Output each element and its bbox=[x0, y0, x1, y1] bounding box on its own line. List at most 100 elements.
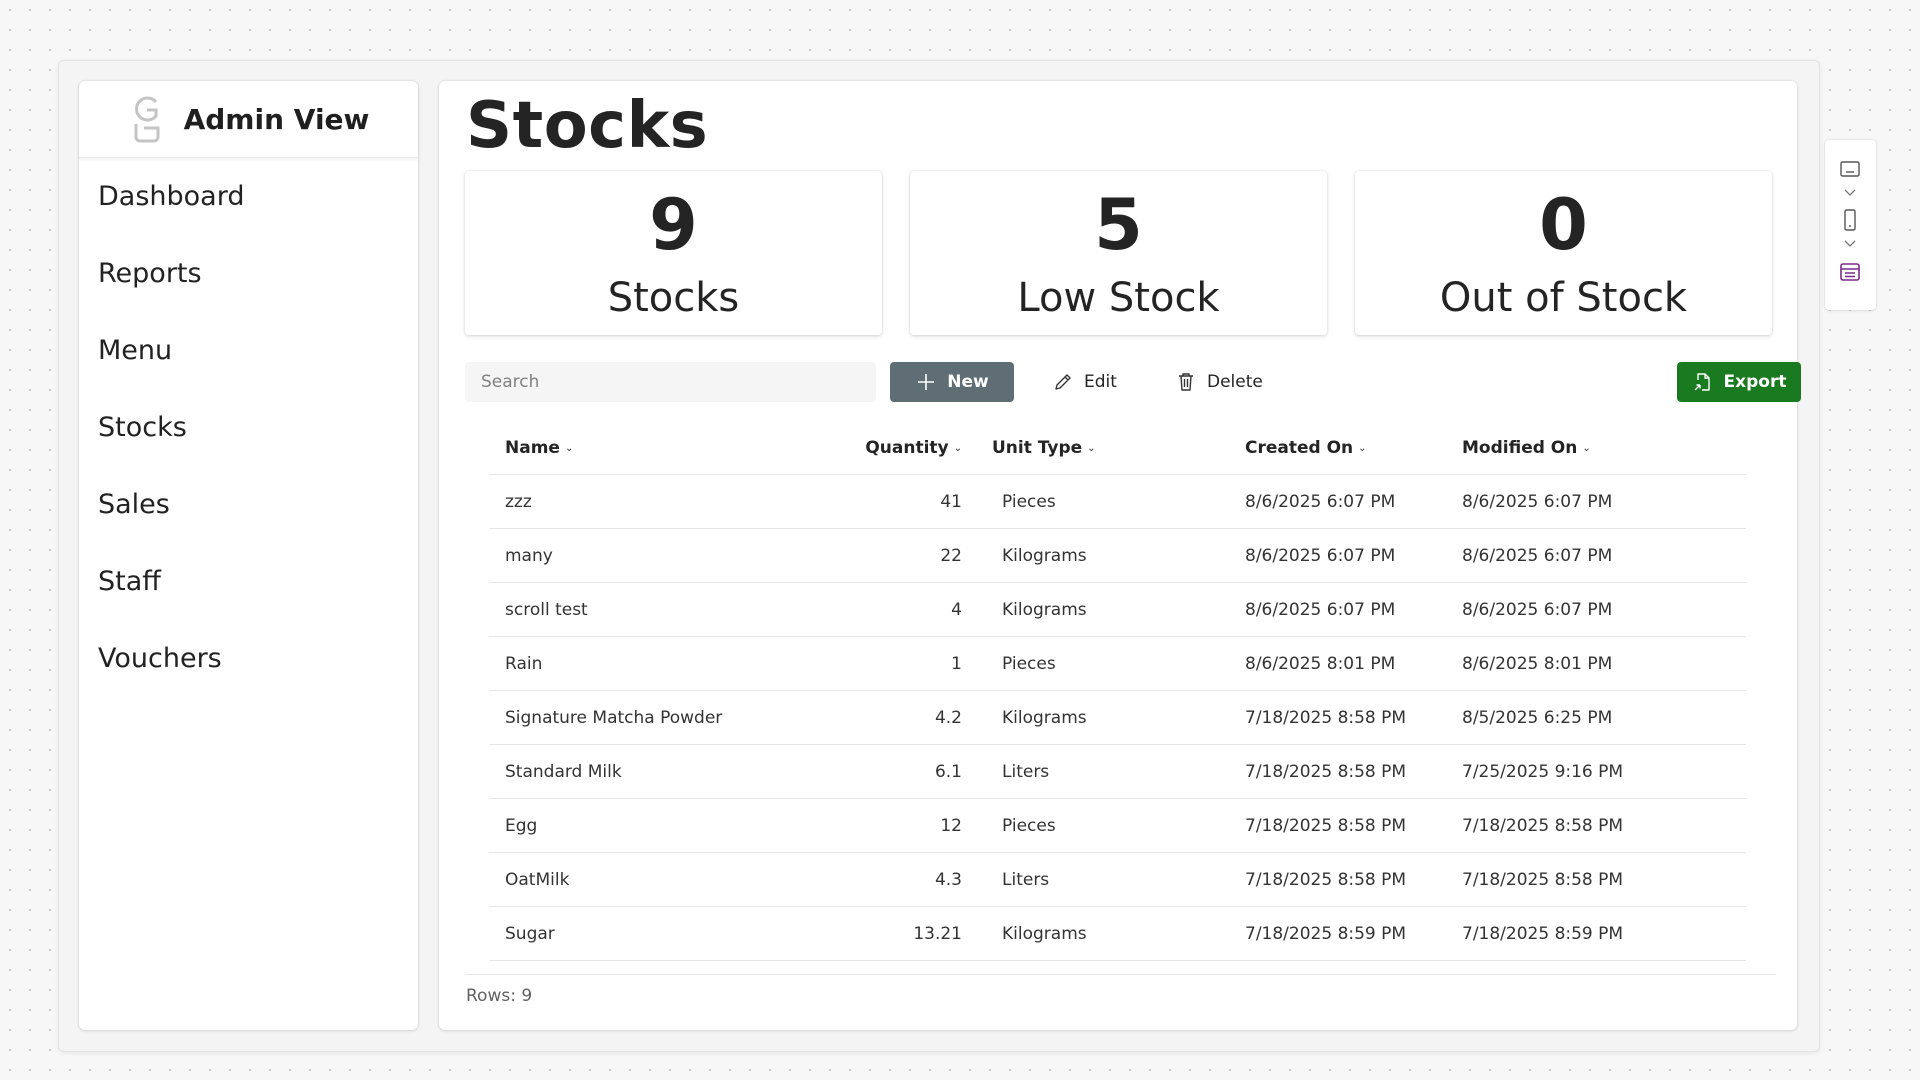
chevron-down-icon: ⌄ bbox=[564, 442, 574, 454]
cell-modified-on: 7/25/2025 9:16 PM bbox=[1462, 744, 1746, 799]
plus-icon bbox=[918, 374, 935, 390]
cell-modified-on: 8/6/2025 6:07 PM bbox=[1462, 582, 1746, 637]
cell-quantity: 13.21 bbox=[799, 906, 962, 961]
column-header-unit-type[interactable]: Unit Type ⌄ bbox=[962, 421, 1212, 475]
cell-quantity: 4.3 bbox=[799, 852, 962, 907]
export-button[interactable]: Export bbox=[1677, 362, 1801, 402]
monitor-icon[interactable] bbox=[1838, 158, 1862, 182]
table-row[interactable]: Egg 12 Pieces 7/18/2025 8:58 PM 7/18/202… bbox=[489, 798, 1746, 853]
sidebar-item-dashboard[interactable]: Dashboard bbox=[79, 158, 418, 235]
cell-unit-type: Pieces bbox=[962, 636, 1212, 691]
table-row[interactable]: Signature Matcha Powder 4.2 Kilograms 7/… bbox=[489, 690, 1746, 745]
column-header-modified-on[interactable]: Modified On ⌄ bbox=[1462, 421, 1746, 475]
cell-name: Standard Milk bbox=[489, 744, 799, 799]
sidebar-item-reports[interactable]: Reports bbox=[79, 235, 418, 312]
table-row[interactable]: Standard Milk 6.1 Liters 7/18/2025 8:58 … bbox=[489, 744, 1746, 799]
sidebar-item-menu[interactable]: Menu bbox=[79, 312, 418, 389]
chevron-down-icon: ⌄ bbox=[1087, 442, 1096, 454]
cell-modified-on: 7/18/2025 8:59 PM bbox=[1462, 906, 1746, 961]
column-header-quantity[interactable]: Quantity ⌄ bbox=[799, 421, 962, 475]
cell-created-on: 7/18/2025 8:58 PM bbox=[1212, 798, 1462, 853]
cell-name: many bbox=[489, 528, 799, 583]
cell-created-on: 8/6/2025 6:07 PM bbox=[1212, 582, 1462, 637]
cell-created-on: 7/18/2025 8:58 PM bbox=[1212, 690, 1462, 745]
sidebar-item-staff[interactable]: Staff bbox=[79, 543, 418, 620]
pencil-icon bbox=[1055, 374, 1071, 390]
stocks-card-label: Stocks bbox=[607, 275, 740, 321]
low-stock-card: 5 Low Stock bbox=[910, 171, 1327, 335]
table-row[interactable]: Rain 1 Pieces 8/6/2025 8:01 PM 8/6/2025 … bbox=[489, 636, 1746, 691]
sidebar-item-stocks[interactable]: Stocks bbox=[79, 389, 418, 466]
phone-icon[interactable] bbox=[1838, 208, 1862, 232]
cell-created-on: 8/6/2025 6:07 PM bbox=[1212, 528, 1462, 583]
table-row[interactable]: many 22 Kilograms 8/6/2025 6:07 PM 8/6/2… bbox=[489, 528, 1746, 583]
chevron-down-icon[interactable] bbox=[1842, 238, 1858, 248]
export-button-label: Export bbox=[1723, 372, 1787, 392]
page-title: Stocks bbox=[466, 89, 709, 163]
cell-unit-type: Kilograms bbox=[962, 690, 1212, 745]
table-row[interactable]: OatMilk 4.3 Liters 7/18/2025 8:58 PM 7/1… bbox=[489, 852, 1746, 907]
brand-title: Admin View bbox=[183, 102, 370, 136]
cell-quantity: 4.2 bbox=[799, 690, 962, 745]
delete-button-label: Delete bbox=[1207, 372, 1263, 392]
export-file-icon bbox=[1694, 373, 1710, 391]
table-row[interactable]: scroll test 4 Kilograms 8/6/2025 6:07 PM… bbox=[489, 582, 1746, 637]
cell-created-on: 7/18/2025 8:59 PM bbox=[1212, 906, 1462, 961]
cell-modified-on: 8/6/2025 6:07 PM bbox=[1462, 474, 1746, 529]
brand-header: Admin View bbox=[79, 81, 418, 158]
calendar-icon[interactable] bbox=[1838, 260, 1862, 284]
device-preview-rail bbox=[1825, 140, 1876, 310]
cell-created-on: 8/6/2025 8:01 PM bbox=[1212, 636, 1462, 691]
cell-unit-type: Liters bbox=[962, 852, 1212, 907]
table-header-row: Name ⌄ Quantity ⌄ Unit Type ⌄ Created On ⌄ M… bbox=[489, 421, 1746, 475]
chevron-down-icon: ⌄ bbox=[953, 442, 962, 454]
table-row[interactable]: Sugar 13.21 Kilograms 7/18/2025 8:59 PM … bbox=[489, 906, 1746, 961]
cell-name: Rain bbox=[489, 636, 799, 691]
cell-modified-on: 8/6/2025 8:01 PM bbox=[1462, 636, 1746, 691]
cell-unit-type: Kilograms bbox=[962, 906, 1212, 961]
delete-button[interactable]: Delete bbox=[1175, 362, 1263, 402]
column-header-created-on[interactable]: Created On ⌄ bbox=[1212, 421, 1462, 475]
out-of-stock-count: 0 bbox=[1539, 184, 1588, 266]
g-logo-icon bbox=[134, 96, 160, 143]
chevron-down-icon: ⌄ bbox=[1358, 442, 1367, 454]
table-row[interactable]: zzz 41 Pieces 8/6/2025 6:07 PM 8/6/2025 … bbox=[489, 474, 1746, 529]
cell-name: scroll test bbox=[489, 582, 799, 637]
cell-unit-type: Pieces bbox=[962, 798, 1212, 853]
cell-quantity: 4 bbox=[799, 582, 962, 637]
new-button[interactable]: New bbox=[890, 362, 1014, 402]
low-stock-count: 5 bbox=[1094, 184, 1143, 266]
cell-modified-on: 8/6/2025 6:07 PM bbox=[1462, 528, 1746, 583]
chevron-down-icon[interactable] bbox=[1842, 187, 1858, 197]
edit-button-label: Edit bbox=[1084, 372, 1117, 392]
stocks-table: Name ⌄ Quantity ⌄ Unit Type ⌄ Created On ⌄ M… bbox=[489, 421, 1746, 961]
cell-name: zzz bbox=[489, 474, 799, 529]
chevron-down-icon: ⌄ bbox=[1582, 442, 1591, 454]
edit-button[interactable]: Edit bbox=[1052, 362, 1117, 402]
stocks-count: 9 bbox=[649, 184, 698, 266]
rows-count: Rows: 9 bbox=[466, 986, 533, 1006]
stocks-card: 9 Stocks bbox=[465, 171, 882, 335]
table-footer-divider bbox=[465, 974, 1776, 975]
cell-created-on: 7/18/2025 8:58 PM bbox=[1212, 744, 1462, 799]
cell-quantity: 1 bbox=[799, 636, 962, 691]
cell-unit-type: Liters bbox=[962, 744, 1212, 799]
cell-name: Egg bbox=[489, 798, 799, 853]
sidebar-item-sales[interactable]: Sales bbox=[79, 466, 418, 543]
search-input[interactable] bbox=[465, 362, 876, 402]
low-stock-card-label: Low Stock bbox=[1017, 275, 1220, 321]
cell-modified-on: 7/18/2025 8:58 PM bbox=[1462, 798, 1746, 853]
out-of-stock-card-label: Out of Stock bbox=[1439, 275, 1688, 321]
cell-modified-on: 7/18/2025 8:58 PM bbox=[1462, 852, 1746, 907]
sidebar-item-vouchers[interactable]: Vouchers bbox=[79, 620, 418, 697]
cell-name: Signature Matcha Powder bbox=[489, 690, 799, 745]
column-header-name[interactable]: Name ⌄ bbox=[489, 421, 799, 475]
cell-modified-on: 8/5/2025 6:25 PM bbox=[1462, 690, 1746, 745]
cell-quantity: 12 bbox=[799, 798, 962, 853]
cell-name: OatMilk bbox=[489, 852, 799, 907]
out-of-stock-card: 0 Out of Stock bbox=[1355, 171, 1772, 335]
trash-icon bbox=[1179, 373, 1193, 391]
sidebar-nav: Dashboard Reports Menu Stocks Sales Staf… bbox=[79, 158, 418, 697]
cell-unit-type: Kilograms bbox=[962, 528, 1212, 583]
cell-created-on: 8/6/2025 6:07 PM bbox=[1212, 474, 1462, 529]
